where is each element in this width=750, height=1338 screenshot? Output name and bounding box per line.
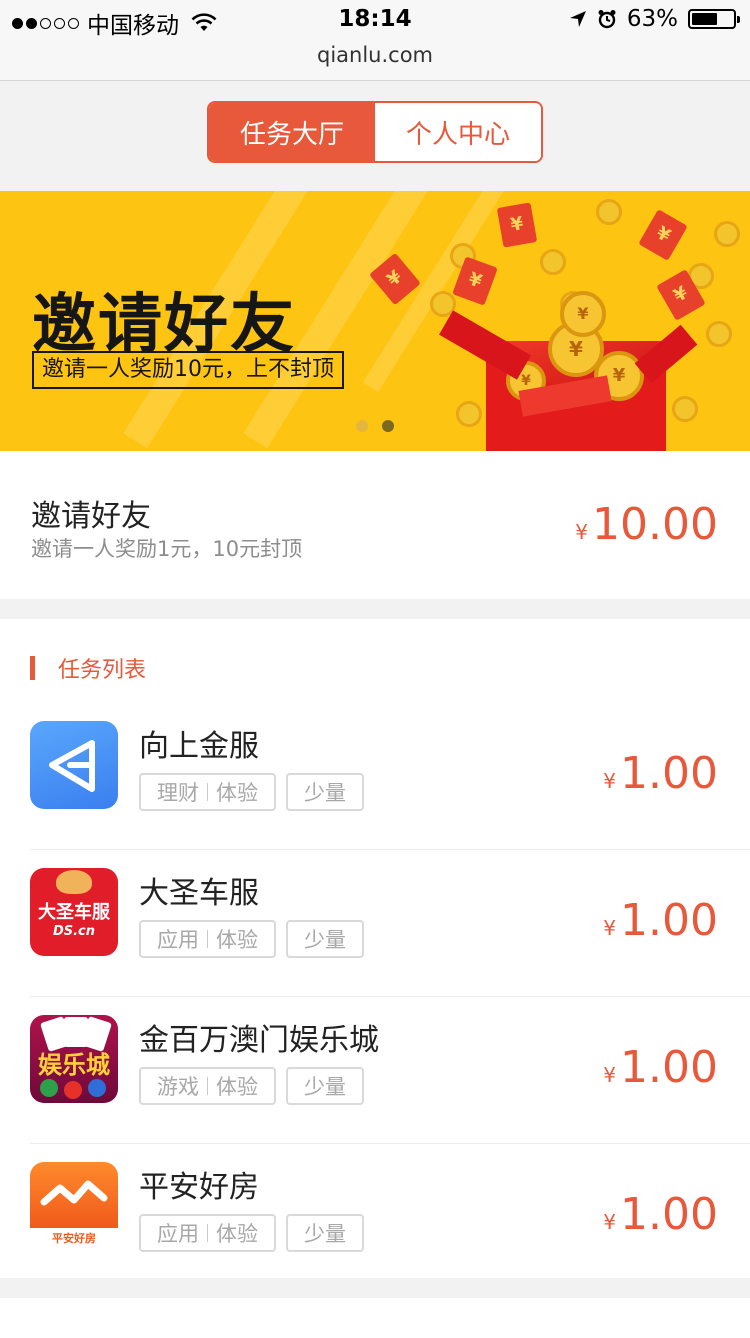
task-tags: 游戏 体验 少量 [139, 1067, 364, 1105]
task-reward: ¥1.00 [603, 895, 718, 946]
quantity-tag: 少量 [286, 920, 364, 958]
dasheng-logo-icon: 大圣车服 DS.cn [30, 868, 118, 956]
alarm-clock-icon [598, 10, 616, 29]
task-name: 金百万澳门娱乐城 [139, 1023, 379, 1058]
section-accent-bar [30, 656, 35, 680]
battery-icon [688, 9, 740, 29]
tab-personal-center[interactable]: 个人中心 [375, 103, 541, 161]
task-tags: 应用 体验 少量 [139, 920, 364, 958]
promo-banner[interactable]: 邀请好友 邀请一人奖励10元，上不封顶 ¥ ¥ ¥ ¥ ¥ ¥ ¥ ¥ ¥ [0, 191, 750, 451]
section-title: 任务列表 [58, 658, 147, 683]
task-row[interactable]: 大圣车服 DS.cn 大圣车服 应用 体验 少量 ¥1.00 [30, 850, 750, 997]
task-reward: ¥1.00 [603, 1042, 718, 1093]
task-tags: 应用 体验 少量 [139, 1214, 364, 1252]
tab-task-hall[interactable]: 任务大厅 [209, 103, 375, 161]
invite-title: 邀请好友 [31, 499, 151, 534]
quantity-tag: 少量 [286, 1214, 364, 1252]
carousel-dot-2[interactable] [382, 420, 394, 432]
task-type-tag: 应用 体验 [139, 920, 276, 958]
invite-reward: ¥10.00 [575, 499, 718, 550]
banner-subtitle: 邀请一人奖励10元，上不封顶 [32, 351, 344, 389]
task-list-section: 任务列表 向上金服 理财 体验 少量 ¥1.00 大圣车服 DS.cn 大圣车服 … [0, 619, 750, 1278]
task-row[interactable]: 娱乐城 金百万澳门娱乐城 游戏 体验 少量 ¥1.00 [30, 997, 750, 1144]
task-reward: ¥1.00 [603, 1189, 718, 1240]
casino-logo-icon: 娱乐城 [30, 1015, 118, 1103]
status-bar: 中国移动 18:14 63% [0, 0, 750, 40]
invite-description: 邀请一人奖励1元，10元封顶 [31, 537, 303, 561]
currency-symbol: ¥ [575, 520, 589, 544]
paper-plane-icon [30, 721, 118, 809]
url-bar[interactable]: qianlu.com [0, 40, 750, 81]
task-type-tag: 理财 体验 [139, 773, 276, 811]
task-tags: 理财 体验 少量 [139, 773, 364, 811]
task-row[interactable]: 向上金服 理财 体验 少量 ¥1.00 [30, 703, 750, 850]
carousel-dot-1[interactable] [356, 420, 368, 432]
reward-amount: 10.00 [592, 499, 718, 550]
task-type-tag: 应用 体验 [139, 1214, 276, 1252]
task-reward: ¥1.00 [603, 748, 718, 799]
main-tabs: 任务大厅 个人中心 [207, 101, 543, 163]
invite-friends-card[interactable]: 邀请好友 邀请一人奖励1元，10元封顶 ¥10.00 [0, 451, 750, 599]
task-row[interactable]: 平安好房 平安好房 应用 体验 少量 ¥1.00 [30, 1144, 750, 1291]
task-name: 大圣车服 [139, 876, 259, 911]
battery-percent: 63% [626, 6, 678, 32]
next-section-card [0, 1298, 750, 1338]
quantity-tag: 少量 [286, 773, 364, 811]
task-type-tag: 游戏 体验 [139, 1067, 276, 1105]
location-arrow-icon [569, 11, 586, 27]
house-logo-icon: 平安好房 [30, 1162, 118, 1250]
task-name: 向上金服 [139, 729, 259, 764]
task-name: 平安好房 [139, 1170, 259, 1205]
status-right: 63% [569, 6, 740, 32]
quantity-tag: 少量 [286, 1067, 364, 1105]
section-header: 任务列表 [30, 652, 146, 684]
